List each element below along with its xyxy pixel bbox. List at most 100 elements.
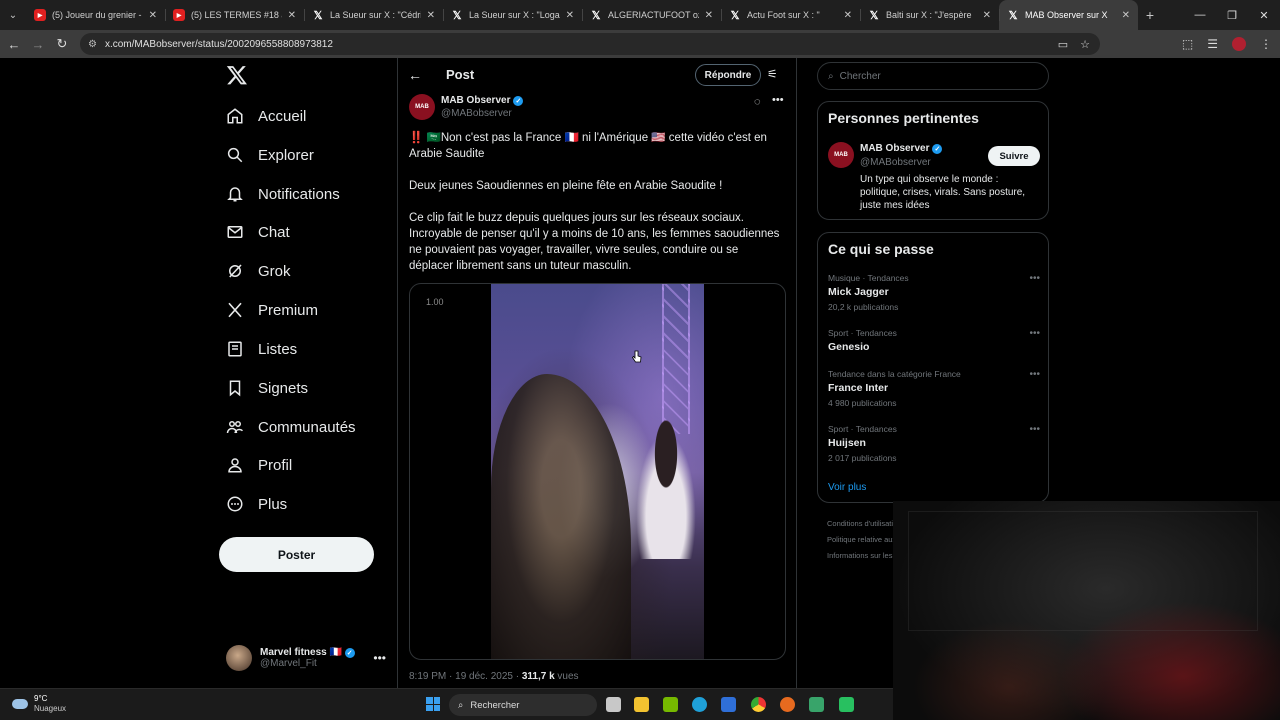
nav-item-plus[interactable]: Plus [226, 489, 287, 519]
browser-menu-icon[interactable]: ⋮ [1260, 37, 1272, 51]
nav-item-signets[interactable]: Signets [226, 373, 308, 403]
author-name[interactable]: MAB Observer ✓ [441, 95, 524, 106]
relevant-name[interactable]: MAB Observer ✓ [860, 143, 943, 154]
install-app-icon[interactable]: ▭ [1058, 38, 1068, 51]
bookmark-star-icon[interactable]: ☆ [1080, 38, 1090, 51]
youtube-icon: ▶ [34, 9, 46, 21]
nav-item-label: Communautés [258, 418, 356, 436]
tab-search-icon[interactable]: ⌄ [0, 0, 26, 30]
nav-item-accueil[interactable]: Accueil [226, 101, 306, 131]
app-icon[interactable] [809, 697, 824, 712]
nav-item-communauts[interactable]: Communautés [226, 412, 356, 442]
nav-item-explorer[interactable]: Explorer [226, 140, 314, 170]
search-icon: ⌕ [458, 699, 464, 711]
close-tab-icon[interactable]: ✕ [427, 10, 435, 21]
chrome-icon[interactable] [751, 697, 766, 712]
file-explorer-icon[interactable] [634, 697, 649, 712]
browser-tab[interactable]: 𝕏 Balti sur X : "J'espère ✕ [860, 0, 999, 30]
nav-item-profil[interactable]: Profil [226, 450, 292, 480]
reply-button[interactable]: Répondre [695, 64, 761, 86]
back-icon[interactable]: ← [2, 32, 26, 56]
more-icon[interactable]: ••• [1029, 369, 1040, 380]
close-tab-icon[interactable]: ✕ [149, 10, 157, 21]
post-author: MAB MAB Observer ✓ @MABobserver ◌ ••• [409, 94, 789, 126]
follow-button[interactable]: Suivre [988, 146, 1040, 166]
nvidia-icon[interactable] [663, 697, 678, 712]
forward-icon[interactable]: → [26, 32, 50, 56]
site-info-icon[interactable]: ⚙ [88, 39, 97, 50]
more-icon[interactable]: ••• [373, 651, 386, 665]
nav-item-label: Listes [258, 340, 298, 358]
see-more-link[interactable]: Voir plus [828, 482, 866, 493]
close-tab-icon[interactable]: ✕ [844, 10, 852, 21]
windows-start-icon[interactable] [426, 697, 440, 711]
browser-tab[interactable]: 𝕏 La Sueur sur X : "Cédric D ✕ [304, 0, 443, 30]
video-player[interactable]: 1.00 [409, 283, 786, 660]
edge-icon[interactable] [692, 697, 707, 712]
nav-item-listes[interactable]: Listes [226, 334, 297, 364]
store-icon[interactable] [721, 697, 736, 712]
settings-sliders-icon[interactable]: ⚟ [767, 67, 778, 81]
video-frame[interactable] [491, 284, 704, 659]
browser-tab[interactable]: 𝕏 La Sueur sur X : "Logan Pa ✕ [443, 0, 582, 30]
extensions-icon[interactable]: ⬚ [1182, 37, 1193, 51]
reading-list-icon[interactable]: ☰ [1207, 37, 1218, 51]
close-tab-icon[interactable]: ✕ [288, 10, 296, 21]
footer-link[interactable]: Informations sur les [827, 548, 897, 564]
close-tab-icon[interactable]: ✕ [705, 10, 713, 21]
trend-item[interactable]: Musique · Tendances Mick Jagger 20,2 k pub… [828, 273, 1040, 312]
nav-item-grok[interactable]: Grok [226, 256, 291, 286]
trend-item[interactable]: Sport · Tendances Genesio ••• [828, 328, 1040, 353]
window-controls: — ❐ ✕ [1184, 0, 1280, 30]
profile-avatar[interactable] [1232, 37, 1246, 51]
browser-tab[interactable]: 𝕏 Actu Foot sur X : " ✕ [721, 0, 860, 30]
nav-item-label: Accueil [258, 107, 307, 125]
person-icon [228, 458, 242, 473]
avatar [226, 645, 252, 671]
close-tab-icon[interactable]: ✕ [983, 10, 991, 21]
trend-item[interactable]: Tendance dans la catégorie France France … [828, 369, 1040, 408]
more-icon[interactable]: ••• [1029, 424, 1040, 435]
panel-title: Personnes pertinentes [828, 110, 979, 126]
close-window-icon[interactable]: ✕ [1248, 0, 1280, 30]
browser-tab[interactable]: ▶ (5) LES TERMES #18 avec ✕ [165, 0, 304, 30]
new-tab-button[interactable]: + [1138, 7, 1162, 23]
grok-icon[interactable]: ◌ [754, 96, 761, 108]
avatar[interactable]: MAB [828, 142, 854, 168]
trend-name: Mick Jagger [828, 286, 889, 298]
more-icon[interactable]: ••• [772, 94, 784, 106]
close-tab-icon[interactable]: ✕ [566, 10, 574, 21]
task-view-icon[interactable] [606, 697, 621, 712]
avatar[interactable]: MAB [409, 94, 435, 120]
x-logo-icon[interactable] [226, 64, 248, 86]
footer-link[interactable]: Conditions d'utilisation [827, 516, 897, 532]
trend-category: Musique · Tendances [828, 273, 909, 283]
account-switcher[interactable]: Marvel fitness 🇫🇷 ✓ @Marvel_Fit ••• [226, 642, 386, 674]
reload-icon[interactable]: ↻ [50, 32, 74, 56]
search-input[interactable]: ⌕ Chercher [817, 62, 1049, 90]
restore-icon[interactable]: ❐ [1216, 0, 1248, 30]
browser-tab[interactable]: ▶ (5) Joueur du grenier - Ba ✕ [26, 0, 165, 30]
browser-tab[interactable]: 𝕏 ALGERIACTUFOOT oz sur ✕ [582, 0, 721, 30]
taskbar-search[interactable]: ⌕ Rechercher [449, 694, 597, 716]
browser-tab[interactable]: 𝕏 MAB Observer sur X ✕ [999, 0, 1138, 30]
weather-temp: 9°C [34, 694, 48, 703]
nav-item-premium[interactable]: Premium [226, 295, 318, 325]
close-tab-icon[interactable]: ✕ [1122, 10, 1130, 21]
author-handle[interactable]: @MABobserver [441, 108, 512, 119]
minimize-icon[interactable]: — [1184, 0, 1216, 30]
weather-widget[interactable]: 9°C Nuageux [12, 694, 66, 714]
more-icon[interactable]: ••• [1029, 328, 1040, 339]
app-icon[interactable] [839, 697, 854, 712]
more-icon[interactable]: ••• [1029, 273, 1040, 284]
footer-link[interactable]: Politique relative aux [827, 532, 897, 548]
poster-button[interactable]: Poster [219, 537, 374, 572]
firefox-icon[interactable] [780, 697, 795, 712]
trend-item[interactable]: Sport · Tendances Huijsen 2 017 publicatio… [828, 424, 1040, 463]
account-handle: @Marvel_Fit [260, 658, 317, 669]
back-arrow-icon[interactable]: ← [408, 67, 422, 83]
nav-item-notifications[interactable]: Notifications [226, 179, 340, 209]
relevant-handle[interactable]: @MABobserver [860, 157, 931, 168]
nav-item-chat[interactable]: Chat [226, 217, 290, 247]
address-bar[interactable]: ⚙ x.com/MABobserver/status/2002096558808… [80, 33, 1100, 55]
